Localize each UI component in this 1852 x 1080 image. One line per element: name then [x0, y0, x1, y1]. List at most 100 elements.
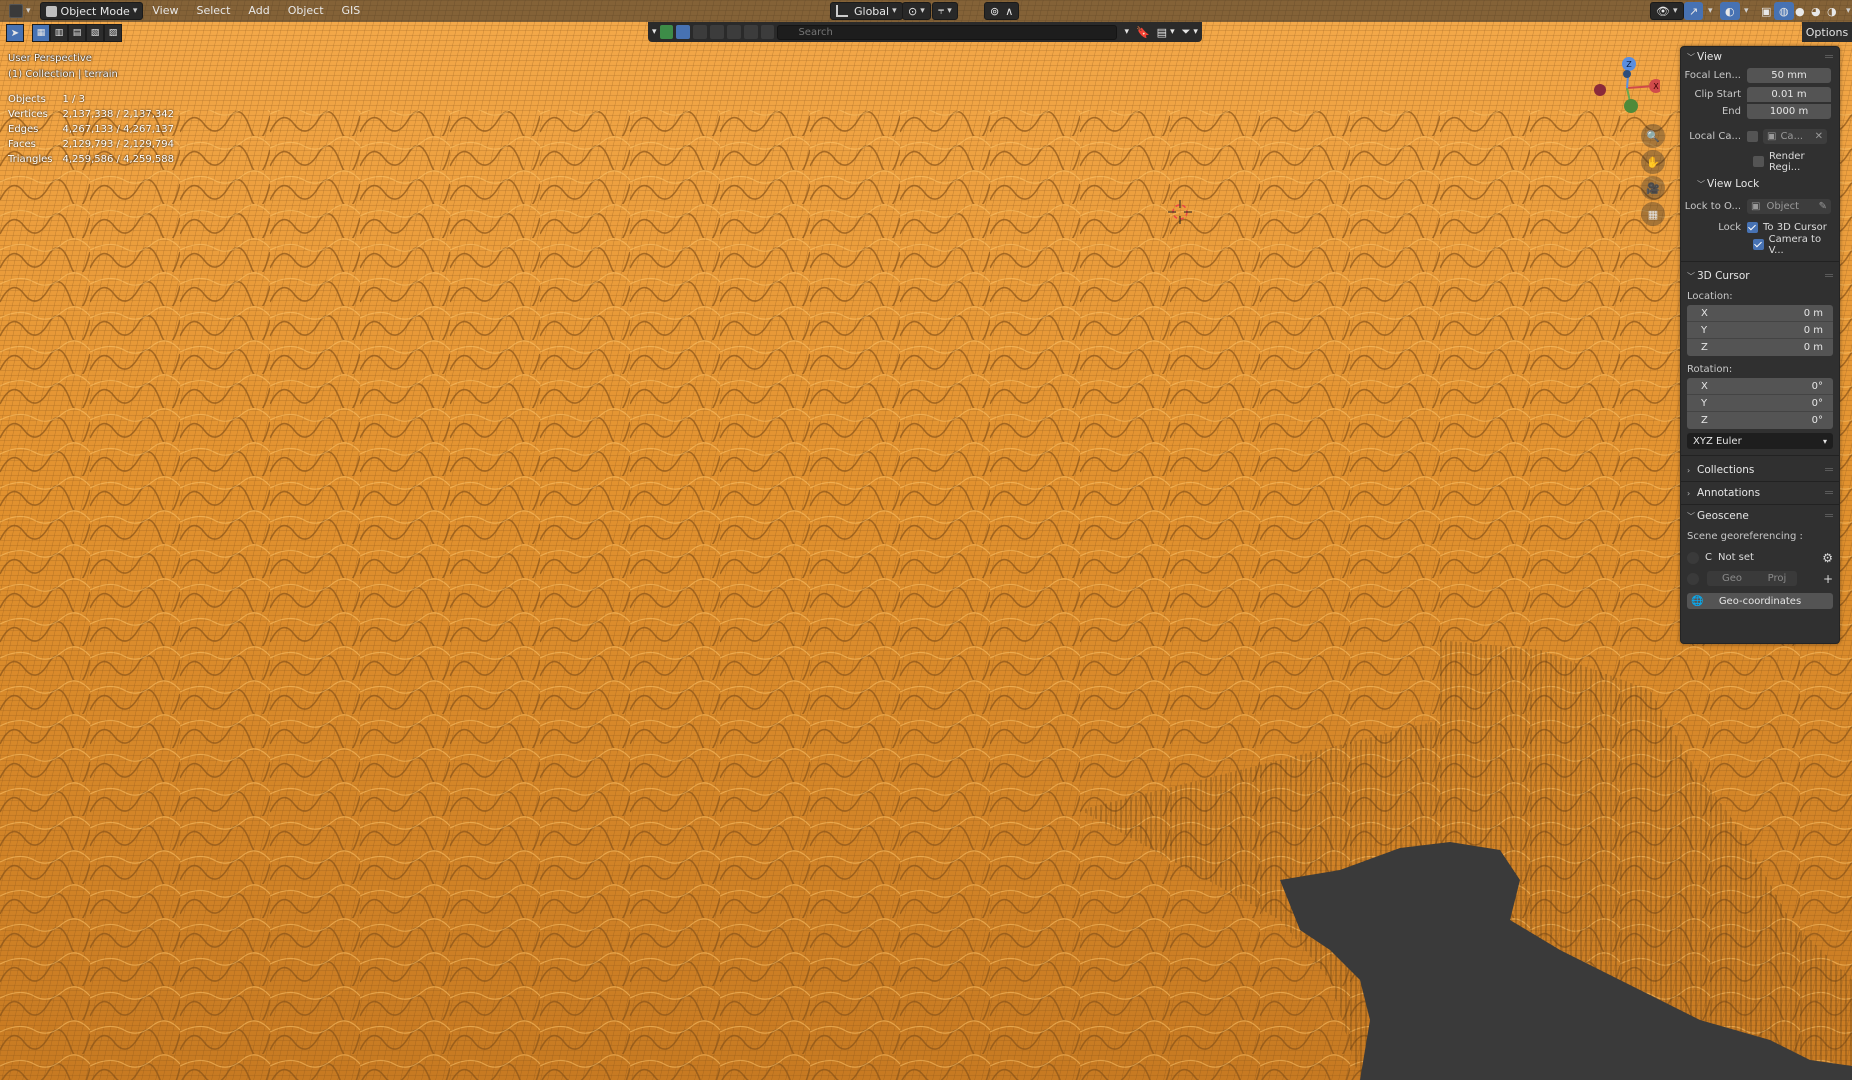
sidebar-panel: ﹀ View Focal Len... 50 mm Clip Start 0.01…: [1680, 46, 1840, 644]
camera-filter-icon[interactable]: [693, 25, 708, 39]
clip-start-field[interactable]: 0.01 m: [1747, 87, 1831, 102]
bookmark-icon[interactable]: 🔖: [1136, 26, 1150, 39]
perspective-toggle-button[interactable]: ▦: [1641, 202, 1665, 226]
local-camera-row: Local Ca... ▣ Ca... ✕: [1681, 128, 1839, 145]
drag-grip-icon[interactable]: [1825, 274, 1833, 277]
rotation-label: Rotation:: [1687, 364, 1733, 375]
empty-filter-icon[interactable]: [743, 25, 758, 39]
select-extend-button[interactable]: ▥: [50, 24, 68, 42]
menu-add[interactable]: Add: [239, 2, 278, 20]
stat-value: 2,129,793 / 2,129,794: [62, 139, 174, 150]
zoom-button[interactable]: 🔍: [1641, 124, 1665, 148]
rotation-x-field[interactable]: X 0°: [1687, 378, 1833, 395]
snap-icon: ⫧: [938, 4, 945, 17]
menu-object[interactable]: Object: [279, 2, 333, 20]
shading-dropdown[interactable]: ▾: [1838, 2, 1852, 20]
orientation-dropdown[interactable]: Global ▾: [830, 2, 903, 20]
mesh-filter-icon[interactable]: [726, 25, 741, 39]
chevron-down-icon: ▾: [1822, 436, 1827, 446]
options-button[interactable]: Options: [1802, 22, 1852, 42]
select-subtract-button[interactable]: ▤: [68, 24, 86, 42]
view-panel-header[interactable]: ﹀ View: [1681, 47, 1839, 67]
drag-grip-icon[interactable]: [1825, 514, 1833, 517]
geo-button[interactable]: Geo: [1707, 571, 1757, 586]
collections-panel-header[interactable]: › Collections: [1681, 460, 1839, 480]
drag-grip-icon[interactable]: [1825, 55, 1833, 58]
select-invert-button[interactable]: ▧: [86, 24, 104, 42]
chevron-right-icon: ›: [1687, 465, 1691, 475]
search-input[interactable]: [777, 24, 1118, 40]
light-filter-icon[interactable]: [710, 25, 724, 39]
lock-camera-checkbox[interactable]: [1752, 239, 1764, 250]
rotation-y-field[interactable]: Y 0°: [1687, 395, 1833, 412]
neg-x-axis-handle[interactable]: [1594, 84, 1606, 96]
eyedropper-icon[interactable]: ✎: [1819, 201, 1827, 212]
menu-select[interactable]: Select: [187, 2, 239, 20]
select-intersect-button[interactable]: ▨: [104, 24, 122, 42]
terrain-wireframe[interactable]: [0, 0, 1852, 1080]
lock-to-object-field[interactable]: ▣ Object ✎: [1747, 199, 1831, 214]
view-lock-header[interactable]: ﹀ View Lock: [1681, 174, 1839, 194]
cursor-panel-header[interactable]: ﹀ 3D Cursor: [1681, 266, 1839, 286]
render-region-checkbox[interactable]: [1752, 156, 1764, 167]
gizmo-dropdown[interactable]: ▾: [1700, 2, 1718, 20]
visibility-dropdown[interactable]: 👁 ▾: [1650, 2, 1684, 20]
object-filter-icon[interactable]: [676, 25, 691, 39]
y-axis-handle[interactable]: [1624, 99, 1638, 113]
3d-viewport[interactable]: [0, 0, 1852, 1080]
rotation-mode-value: XYZ Euler: [1693, 435, 1742, 447]
chevron-down-icon: ▾: [892, 6, 897, 16]
camera-view-button[interactable]: 🎥: [1641, 176, 1665, 200]
xray-icon: ▣: [1761, 4, 1772, 18]
annotations-panel-header[interactable]: › Annotations: [1681, 483, 1839, 503]
status-dot-icon: [1687, 551, 1699, 564]
other-filter-icon[interactable]: [760, 25, 775, 39]
divider: [1681, 455, 1839, 456]
pivot-dropdown[interactable]: ⊙ ▾: [902, 2, 931, 20]
mode-dropdown[interactable]: Object Mode ▾: [39, 2, 144, 20]
menu-view[interactable]: View: [143, 2, 187, 20]
display-mode-icon[interactable]: ▤: [1157, 26, 1167, 39]
filter-icon[interactable]: ⏷: [1182, 25, 1191, 39]
rotation-z-field[interactable]: Z 0°: [1687, 412, 1833, 429]
focal-length-field[interactable]: 50 mm: [1747, 68, 1831, 83]
snap-dropdown[interactable]: ⫧ ▾: [932, 2, 958, 20]
render-region-row: Render Regi...: [1681, 151, 1839, 173]
select-tool-button[interactable]: ➤: [6, 24, 24, 42]
location-y-field[interactable]: Y 0 m: [1687, 322, 1833, 339]
scene-icon[interactable]: [659, 25, 674, 39]
neg-z-axis-handle[interactable]: [1623, 70, 1631, 78]
navigation-gizmo[interactable]: X Z: [1590, 52, 1660, 122]
settings-gear-icon[interactable]: ⚙: [1822, 551, 1833, 565]
clear-icon[interactable]: ✕: [1815, 131, 1823, 142]
pivot-icon: ⊙: [908, 4, 918, 18]
georef-status: Not set: [1717, 552, 1754, 563]
local-camera-checkbox[interactable]: [1747, 131, 1758, 142]
geoscene-panel-header[interactable]: ﹀ Geoscene: [1681, 506, 1839, 526]
overlays-dropdown[interactable]: ▾: [1736, 2, 1754, 20]
chevron-down-icon[interactable]: ▾: [652, 27, 657, 37]
clip-end-field[interactable]: 1000 m: [1747, 104, 1831, 119]
location-x-field[interactable]: X 0 m: [1687, 305, 1833, 322]
cursor-arrow-icon: ➤: [10, 27, 20, 39]
proportional-edit-button[interactable]: ⊚ ∧: [984, 2, 1020, 20]
drag-grip-icon[interactable]: [1825, 468, 1833, 471]
proj-button[interactable]: Proj: [1757, 571, 1797, 586]
pan-button[interactable]: ✋: [1641, 150, 1665, 174]
geo-coordinates-button[interactable]: 🌐 Geo-coordinates: [1687, 593, 1833, 609]
add-icon[interactable]: +: [1823, 572, 1833, 586]
rotation-mode-dropdown[interactable]: XYZ Euler ▾: [1687, 433, 1833, 449]
zoom-icon: 🔍: [1646, 129, 1660, 143]
3d-cursor-icon: [1168, 200, 1192, 224]
chevron-down-icon[interactable]: ▾: [1170, 27, 1175, 37]
chevron-down-icon[interactable]: ▾: [1124, 27, 1129, 37]
select-new-button[interactable]: ▦: [32, 24, 50, 42]
local-camera-field[interactable]: ▣ Ca... ✕: [1763, 129, 1827, 144]
editor-type-button[interactable]: ▾: [4, 2, 36, 20]
menu-gis[interactable]: GIS: [333, 2, 370, 20]
drag-grip-icon[interactable]: [1825, 491, 1833, 494]
chevron-down-icon[interactable]: ▾: [1193, 27, 1198, 37]
location-z-field[interactable]: Z 0 m: [1687, 339, 1833, 356]
status-dot-icon: [1687, 572, 1699, 585]
lock-to-cursor-checkbox[interactable]: [1747, 222, 1758, 233]
